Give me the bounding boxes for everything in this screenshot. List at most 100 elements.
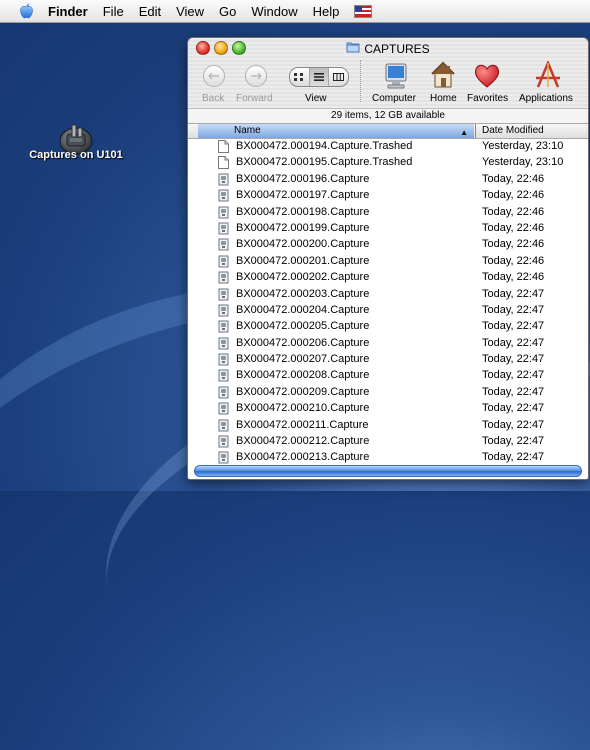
computer-button[interactable] bbox=[383, 62, 409, 90]
file-row[interactable]: BX000472.000205.Capture Today, 22:47 bbox=[188, 318, 588, 334]
forward-label: Forward bbox=[236, 93, 273, 104]
file-date: Today, 22:46 bbox=[482, 172, 545, 185]
capture-file-icon bbox=[218, 304, 229, 317]
file-row[interactable]: BX000472.000211.Capture Today, 22:47 bbox=[188, 417, 588, 433]
icon-view-icon[interactable] bbox=[290, 68, 310, 86]
menu-file[interactable]: File bbox=[103, 4, 124, 19]
file-date: Today, 22:46 bbox=[482, 205, 545, 218]
file-name: BX000472.000206.Capture bbox=[236, 336, 370, 349]
file-date: Today, 22:47 bbox=[482, 287, 545, 300]
applications-icon bbox=[536, 61, 560, 88]
file-date: Today, 22:46 bbox=[482, 238, 545, 251]
file-row[interactable]: BX000472.000199.Capture Today, 22:46 bbox=[188, 220, 588, 236]
file-name: BX000472.000209.Capture bbox=[236, 385, 370, 398]
file-date: Today, 22:46 bbox=[482, 271, 545, 284]
list-view-icon[interactable] bbox=[309, 68, 330, 86]
file-name: BX000472.000201.Capture bbox=[236, 254, 370, 267]
file-name: BX000472.000203.Capture bbox=[236, 287, 370, 300]
file-row[interactable]: BX000472.000210.Capture Today, 22:47 bbox=[188, 400, 588, 416]
file-date: Yesterday, 23:10 bbox=[482, 140, 564, 152]
apple-menu-icon[interactable] bbox=[18, 3, 34, 19]
home-button[interactable] bbox=[430, 60, 456, 90]
horizontal-scrollbar[interactable] bbox=[194, 465, 582, 477]
column-divider[interactable] bbox=[475, 124, 476, 138]
favorites-label: Favorites bbox=[467, 93, 509, 104]
file-row[interactable]: BX000472.000202.Capture Today, 22:46 bbox=[188, 269, 588, 285]
file-name: BX000472.000211.Capture bbox=[236, 418, 369, 431]
finder-window: CAPTURES Back Forward View Computer Home… bbox=[187, 37, 589, 480]
menu-go[interactable]: Go bbox=[219, 4, 236, 19]
list-header: Name ▲ Date Modified bbox=[188, 123, 588, 139]
file-name: BX000472.000205.Capture bbox=[236, 320, 370, 333]
window-toolbar: CAPTURES Back Forward View Computer Home… bbox=[188, 38, 588, 108]
capture-file-icon bbox=[218, 369, 229, 382]
file-row[interactable]: BX000472.000195.Capture.Trashed Yesterday… bbox=[188, 154, 588, 170]
favorites-button[interactable] bbox=[473, 63, 501, 89]
file-date: Today, 22:46 bbox=[482, 189, 545, 202]
forward-button[interactable] bbox=[245, 65, 267, 87]
file-row[interactable]: BX000472.000198.Capture Today, 22:46 bbox=[188, 204, 588, 220]
file-name: BX000472.000199.Capture bbox=[236, 221, 370, 234]
file-row[interactable]: BX000472.000209.Capture Today, 22:47 bbox=[188, 384, 588, 400]
back-arrow-icon bbox=[203, 65, 225, 87]
file-row[interactable]: BX000472.000207.Capture Today, 22:47 bbox=[188, 351, 588, 367]
capture-file-icon bbox=[218, 353, 229, 366]
capture-file-icon bbox=[218, 386, 229, 399]
column-view-icon[interactable] bbox=[329, 68, 348, 86]
home-icon bbox=[431, 61, 455, 88]
file-name: BX000472.000197.Capture bbox=[236, 189, 370, 202]
menu-help[interactable]: Help bbox=[313, 4, 340, 19]
back-button[interactable] bbox=[203, 65, 225, 87]
file-row[interactable]: BX000472.000204.Capture Today, 22:47 bbox=[188, 302, 588, 318]
file-name: BX000472.000200.Capture bbox=[236, 238, 370, 251]
file-date: Today, 22:46 bbox=[482, 254, 545, 267]
file-row[interactable]: BX000472.000208.Capture Today, 22:47 bbox=[188, 367, 588, 383]
file-date: Today, 22:46 bbox=[482, 221, 545, 234]
name-column-header[interactable]: Name ▲ bbox=[198, 124, 474, 138]
menu-view[interactable]: View bbox=[176, 4, 204, 19]
capture-file-icon bbox=[218, 435, 229, 448]
folder-icon bbox=[346, 41, 360, 56]
file-row[interactable]: BX000472.000194.Capture.Trashed Yesterday… bbox=[188, 138, 588, 154]
menu-finder[interactable]: Finder bbox=[48, 4, 88, 19]
file-name: BX000472.000204.Capture bbox=[236, 303, 370, 316]
capture-file-icon bbox=[218, 451, 229, 464]
file-row[interactable]: BX000472.000206.Capture Today, 22:47 bbox=[188, 335, 588, 351]
file-name: BX000472.000212.Capture bbox=[236, 435, 370, 448]
computer-label: Computer bbox=[372, 93, 416, 104]
file-row[interactable]: BX000472.000213.Capture Today, 22:47 bbox=[188, 449, 588, 465]
file-row[interactable]: BX000472.000196.Capture Today, 22:46 bbox=[188, 171, 588, 187]
capture-file-icon bbox=[218, 337, 229, 350]
file-date: Today, 22:47 bbox=[482, 353, 545, 366]
file-row[interactable]: BX000472.000200.Capture Today, 22:46 bbox=[188, 236, 588, 252]
applications-button[interactable] bbox=[534, 61, 562, 89]
view-segmented-control bbox=[289, 67, 349, 87]
menu-window[interactable]: Window bbox=[251, 4, 297, 19]
file-row[interactable]: BX000472.000197.Capture Today, 22:46 bbox=[188, 187, 588, 203]
file-row[interactable]: BX000472.000201.Capture Today, 22:46 bbox=[188, 253, 588, 269]
window-titlebar[interactable]: CAPTURES bbox=[188, 38, 588, 58]
forward-arrow-icon bbox=[245, 65, 267, 87]
file-list: BX000472.000194.Capture.Trashed Yesterday… bbox=[188, 138, 588, 465]
file-name: BX000472.000213.Capture bbox=[236, 451, 370, 464]
capture-file-icon bbox=[218, 206, 229, 219]
input-menu-flag-icon[interactable] bbox=[354, 4, 373, 18]
capture-file-icon bbox=[218, 271, 229, 284]
name-column-label: Name bbox=[234, 125, 261, 136]
file-name: BX000472.000202.Capture bbox=[236, 271, 370, 284]
menu-edit[interactable]: Edit bbox=[139, 4, 161, 19]
file-name: BX000472.000196.Capture bbox=[236, 172, 370, 185]
file-name: BX000472.000208.Capture bbox=[236, 369, 370, 382]
file-name: BX000472.000198.Capture bbox=[236, 205, 370, 218]
file-date: Today, 22:47 bbox=[482, 369, 545, 382]
file-date: Today, 22:47 bbox=[482, 320, 545, 333]
file-date: Yesterday, 23:10 bbox=[482, 156, 564, 169]
capture-file-icon bbox=[218, 222, 229, 235]
file-row[interactable]: BX000472.000203.Capture Today, 22:47 bbox=[188, 286, 588, 302]
date-column-header[interactable]: Date Modified bbox=[482, 124, 544, 138]
network-disk-label[interactable]: Captures on U101 bbox=[6, 149, 146, 161]
window-title: CAPTURES bbox=[188, 41, 588, 56]
document-icon bbox=[218, 140, 229, 153]
capture-file-icon bbox=[218, 320, 229, 333]
file-row[interactable]: BX000472.000212.Capture Today, 22:47 bbox=[188, 433, 588, 449]
